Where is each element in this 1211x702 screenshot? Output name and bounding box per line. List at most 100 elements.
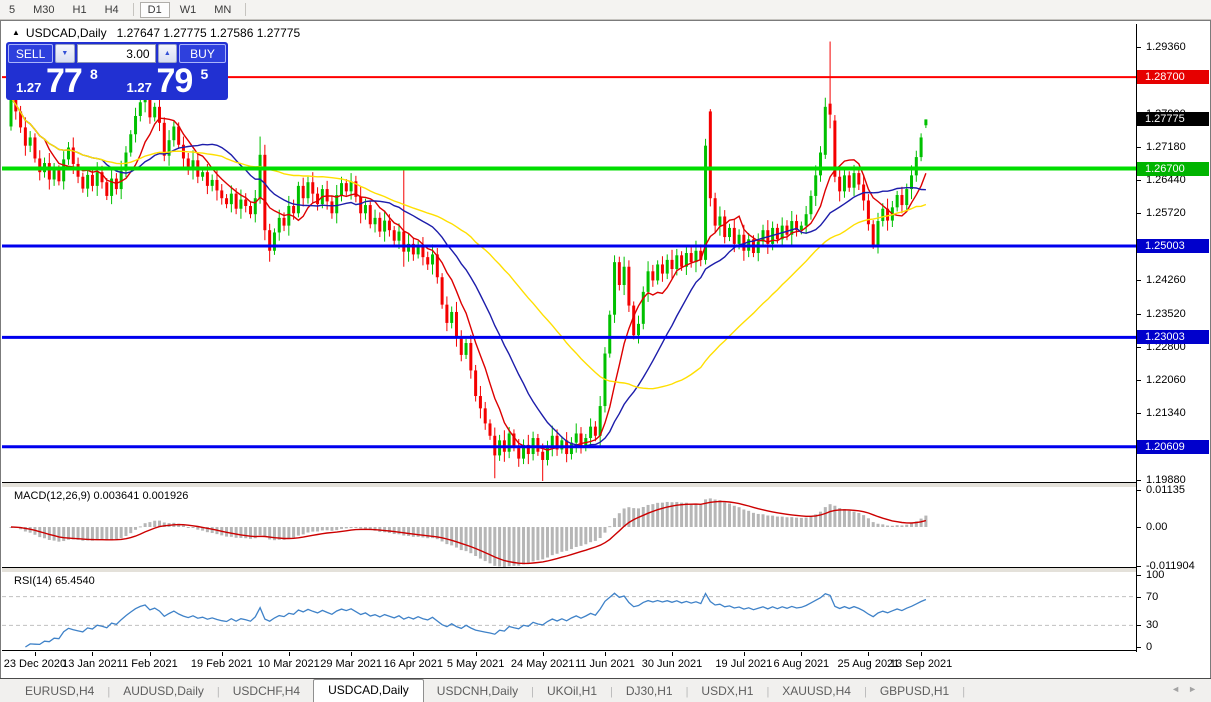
rsi-pane[interactable]	[2, 572, 1136, 650]
trading-platform-window: 5 M30 H1 H4 D1 W1 MN 1.293601.286401.279…	[0, 0, 1211, 702]
moving-average-line	[10, 97, 927, 390]
buy-price-display[interactable]: 1.27 79 5	[119, 62, 227, 100]
sell-price-point: 8	[90, 66, 98, 82]
timeframe-button-h1[interactable]: H1	[65, 2, 95, 18]
moving-average-line	[10, 97, 926, 447]
date-axis-label: 30 Jun 2021	[641, 658, 703, 670]
price-badge: 1.26700	[1137, 161, 1209, 176]
price-axis-tick	[1137, 380, 1141, 382]
rsi-axis-label: 70	[1146, 590, 1159, 603]
date-axis[interactable]: 23 Dec 2020 13 Jan 2021 1 Feb 2021 19 Feb 2…	[2, 652, 1209, 676]
tab-audusd-daily[interactable]: AUDUSD,Daily	[110, 681, 217, 702]
date-axis-tick	[288, 652, 290, 656]
price-axis-label: 1.23520	[1146, 307, 1186, 320]
tab-usdchf-h4[interactable]: USDCHF,H4	[220, 681, 313, 702]
chart-ohlc-values: 1.27647 1.27775 1.27586 1.27775	[116, 26, 301, 40]
toolbar-separator	[132, 3, 134, 16]
tab-ukoil-h1[interactable]: UKOil,H1	[534, 681, 610, 702]
timeframe-toolbar: 5 M30 H1 H4 D1 W1 MN	[0, 0, 1211, 20]
rsi-canvas	[2, 592, 1136, 648]
chart-expand-icon[interactable]: ▲	[12, 28, 20, 37]
buy-price-pips: 79	[156, 62, 194, 100]
price-axis-label: 1.22060	[1146, 374, 1186, 387]
rsi-axis-tick	[1137, 625, 1141, 627]
macd-axis-tick	[1137, 527, 1141, 528]
date-axis-label: 29 Mar 2021	[320, 658, 382, 670]
one-click-trade-panel: SELL ▼ ▲ BUY 1.27 77 8 1.27 79 5	[6, 42, 228, 100]
macd-label: MACD(12,26,9) 0.003641 0.001926	[14, 490, 189, 502]
price-axis-tick	[1137, 146, 1141, 148]
tab-usdcnh-daily[interactable]: USDCNH,Daily	[424, 681, 531, 702]
price-axis-tick	[1137, 279, 1141, 281]
price-axis-tick	[1137, 180, 1141, 182]
date-axis-label: 23 Dec 2020	[3, 658, 67, 670]
tab-usdcad-daily[interactable]: USDCAD,Daily	[313, 679, 424, 702]
volume-decrease-button[interactable]: ▼	[55, 44, 75, 63]
macd-axis-label: 0.01135	[1146, 484, 1185, 496]
tab-eurusd-h4[interactable]: EURUSD,H4	[12, 681, 107, 702]
price-badge: 1.20609	[1137, 439, 1209, 454]
date-axis-label: 13 Jan 2021	[62, 658, 123, 670]
date-axis-tick	[92, 652, 94, 656]
date-axis-label: 10 Mar 2021	[257, 658, 320, 670]
date-axis-label: 24 May 2021	[510, 658, 575, 670]
price-axis-label: 1.27180	[1146, 140, 1186, 153]
tab-scroll-left-icon: ◄	[1171, 684, 1189, 694]
tab-scroll-arrows[interactable]: ◄►	[1171, 684, 1205, 694]
date-axis-label: 16 Apr 2021	[383, 658, 444, 670]
candlestick-series	[9, 41, 928, 481]
price-axis-tick	[1137, 47, 1141, 48]
tab-dj30-h1[interactable]: DJ30,H1	[613, 681, 686, 702]
date-axis-tick	[801, 652, 803, 656]
date-axis-tick	[413, 652, 415, 656]
buy-price-point: 5	[200, 66, 209, 82]
pane-divider	[2, 650, 1209, 651]
price-badge: 1.28700	[1137, 70, 1209, 85]
tab-scroll-right-icon: ►	[1188, 684, 1205, 694]
tab-xauusd-h4[interactable]: XAUUSD,H4	[769, 681, 864, 702]
volume-increase-button[interactable]: ▲	[157, 44, 178, 63]
macd-signal-line	[10, 500, 927, 565]
sell-price-display[interactable]: 1.27 77 8	[8, 62, 116, 100]
price-badge: 1.23003	[1137, 330, 1209, 345]
timeframe-button-m30[interactable]: M30	[25, 2, 62, 18]
toolbar-separator	[245, 3, 247, 16]
date-axis-tick	[921, 652, 923, 656]
price-axis-label: 1.25720	[1146, 207, 1186, 220]
rsi-axis-tick	[1137, 647, 1141, 648]
macd-axis-tick	[1137, 490, 1141, 491]
price-axis[interactable]: 1.293601.286401.279001.271801.264401.257…	[1136, 24, 1209, 653]
date-axis-label: 1 Feb 2021	[122, 658, 178, 670]
rsi-axis-tick	[1137, 596, 1141, 598]
sell-price-pips: 77	[46, 62, 83, 100]
volume-input[interactable]	[76, 44, 156, 63]
buy-price-prefix: 1.27	[126, 80, 152, 95]
timeframe-button-h4[interactable]: H4	[97, 2, 127, 18]
macd-axis-label: 0.00	[1146, 521, 1168, 533]
buy-button[interactable]: BUY	[179, 44, 226, 63]
date-axis-tick	[34, 652, 36, 656]
rsi-label: RSI(14) 65.4540	[14, 575, 95, 587]
chart-symbol-header: ▲ USDCAD,Daily 1.27647 1.27775 1.27586 1.2…	[12, 26, 300, 40]
price-axis-label: 1.24260	[1146, 273, 1186, 286]
price-axis-tick	[1137, 313, 1141, 315]
price-axis-label: 1.26440	[1146, 174, 1186, 187]
date-axis-tick	[542, 652, 544, 656]
date-axis-label: 19 Feb 2021	[190, 658, 253, 670]
sell-button[interactable]: SELL	[8, 44, 54, 63]
timeframe-button-mn[interactable]: MN	[206, 2, 239, 18]
price-badge: 1.25003	[1137, 239, 1209, 254]
price-axis-tick	[1137, 480, 1141, 482]
chart-symbol-title: USDCAD,Daily	[25, 26, 107, 40]
price-axis-tick	[1137, 346, 1141, 348]
tab-gbpusd-h1[interactable]: GBPUSD,H1	[867, 681, 962, 702]
date-axis-label: 6 Aug 2021	[773, 658, 830, 670]
macd-axis-tick	[1137, 565, 1141, 567]
price-axis-tick	[1137, 213, 1141, 215]
tab-usdx-h1[interactable]: USDX,H1	[688, 681, 766, 702]
timeframe-button-w1[interactable]: W1	[172, 2, 205, 18]
timeframe-button-m5[interactable]: 5	[1, 2, 23, 18]
timeframe-button-d1[interactable]: D1	[139, 1, 170, 18]
date-axis-tick	[604, 652, 606, 656]
rsi-axis-tick	[1137, 575, 1141, 576]
